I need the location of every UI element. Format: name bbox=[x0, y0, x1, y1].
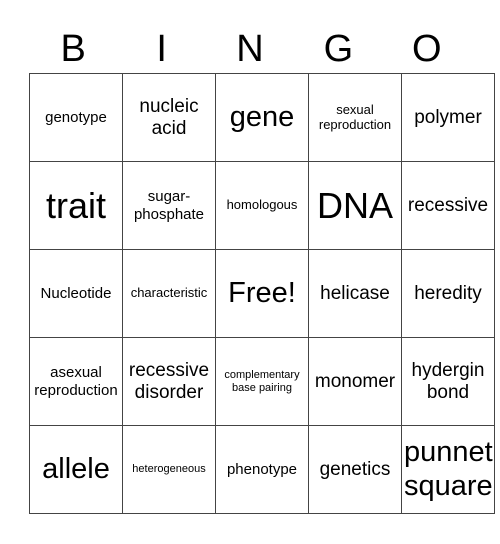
header-letter-b: B bbox=[60, 28, 86, 70]
bingo-cell[interactable]: characteristic bbox=[122, 249, 216, 338]
bingo-cell[interactable]: sexual reproduction bbox=[308, 73, 402, 162]
bingo-row: asexual reproduction recessive disorder co… bbox=[29, 337, 495, 426]
bingo-row: genotype nucleic acid gene sexual reproduct… bbox=[29, 73, 495, 162]
bingo-cell[interactable]: recessive bbox=[401, 161, 495, 250]
bingo-cell[interactable]: monomer bbox=[308, 337, 402, 426]
bingo-cell[interactable]: sugar-phosphate bbox=[122, 161, 216, 250]
header-letter-i: I bbox=[156, 28, 167, 70]
free-space-cell[interactable]: Free! bbox=[215, 249, 309, 338]
bingo-cell[interactable]: genetics bbox=[308, 425, 402, 514]
bingo-row: Nucleotide characteristic Free! helicase her… bbox=[29, 249, 495, 338]
bingo-cell[interactable]: trait bbox=[29, 161, 123, 250]
bingo-cell[interactable]: helicase bbox=[308, 249, 402, 338]
bingo-cell[interactable]: phenotype bbox=[215, 425, 309, 514]
bingo-cell[interactable]: gene bbox=[215, 73, 309, 162]
bingo-cell[interactable]: Nucleotide bbox=[29, 249, 123, 338]
bingo-grid: genotype nucleic acid gene sexual reproduct… bbox=[29, 73, 495, 514]
header-letter-g: G bbox=[323, 28, 354, 70]
bingo-row: allele heterogeneous phenotype genetics punn… bbox=[29, 425, 495, 514]
bingo-cell[interactable]: heredity bbox=[401, 249, 495, 338]
bingo-cell[interactable]: DNA bbox=[308, 161, 402, 250]
bingo-cell[interactable]: polymer bbox=[401, 73, 495, 162]
bingo-cell[interactable]: genotype bbox=[29, 73, 123, 162]
bingo-cell[interactable]: punnet square bbox=[401, 425, 495, 514]
header-letter-n: N bbox=[236, 28, 264, 70]
bingo-cell[interactable]: nucleic acid bbox=[122, 73, 216, 162]
bingo-cell[interactable]: complementary base pairing bbox=[215, 337, 309, 426]
header-letter-o: O bbox=[412, 28, 442, 70]
bingo-row: trait sugar-phosphate homologous DNA recessi… bbox=[29, 161, 495, 250]
bingo-header: B I N G O bbox=[29, 24, 471, 74]
bingo-cell[interactable]: asexual reproduction bbox=[29, 337, 123, 426]
bingo-cell[interactable]: homologous bbox=[215, 161, 309, 250]
bingo-cell[interactable]: heterogeneous bbox=[122, 425, 216, 514]
bingo-cell[interactable]: recessive disorder bbox=[122, 337, 216, 426]
bingo-cell[interactable]: hydergin bond bbox=[401, 337, 495, 426]
bingo-cell[interactable]: allele bbox=[29, 425, 123, 514]
